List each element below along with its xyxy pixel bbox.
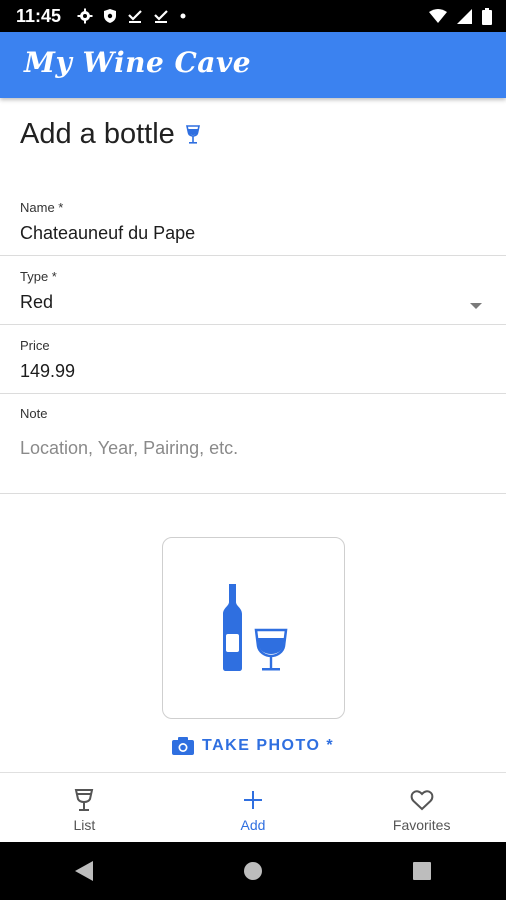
name-field[interactable]: Name * Chateauneuf du Pape [0,188,506,256]
page-title: Add a bottle [20,118,175,150]
nav-item-favorites[interactable]: Favorites [337,773,506,843]
status-time: 11:45 [16,5,62,26]
nav-label-add: Add [240,817,266,833]
plus-icon [243,787,263,813]
page-heading: Add a bottle [20,118,201,151]
photo-placeholder[interactable] [162,537,345,719]
battery-icon [482,7,492,25]
wine-glass-icon [74,787,94,813]
price-field[interactable]: Price 149.99 [0,325,506,394]
home-icon[interactable] [243,861,263,881]
download-done-icon [153,8,169,24]
take-photo-label: TAKE PHOTO * [202,737,335,754]
signal-icon [457,8,472,24]
nav-label-favorites: Favorites [392,817,451,833]
download-done-icon [127,8,143,24]
type-select[interactable]: Type * Red [0,256,506,325]
name-value[interactable]: Chateauneuf du Pape [20,223,195,244]
system-navigation-bar [0,842,506,900]
nav-label-list: List [73,817,96,833]
wine-bottle-glass-icon [222,584,287,671]
name-label: Name * [20,200,64,215]
back-icon[interactable] [75,861,93,881]
type-label: Type * [20,269,57,284]
dot-icon [179,12,187,20]
wifi-icon [429,9,447,23]
note-placeholder[interactable]: Location, Year, Pairing, etc. [20,438,238,459]
nav-item-add[interactable]: Add [169,773,338,843]
note-label: Note [20,406,48,421]
bottom-navigation: List Add Favorites [0,772,506,843]
shield-icon [103,8,117,24]
nav-item-list[interactable]: List [0,773,169,843]
app-title: My Wine Cave [24,46,252,79]
app-bar: My Wine Cave [0,32,506,98]
gear-icon [77,8,93,24]
status-bar: 11:45 [0,0,506,32]
note-field[interactable]: Note Location, Year, Pairing, etc. [0,394,506,494]
take-photo-button[interactable]: TAKE PHOTO * [172,737,334,755]
heart-icon [410,787,434,813]
type-value[interactable]: Red [20,292,53,313]
price-value[interactable]: 149.99 [20,361,75,382]
price-label: Price [20,338,50,353]
camera-icon [172,737,194,755]
recents-icon[interactable] [413,862,431,880]
wine-glass-icon [185,124,201,145]
dropdown-arrow-icon[interactable] [470,297,482,315]
